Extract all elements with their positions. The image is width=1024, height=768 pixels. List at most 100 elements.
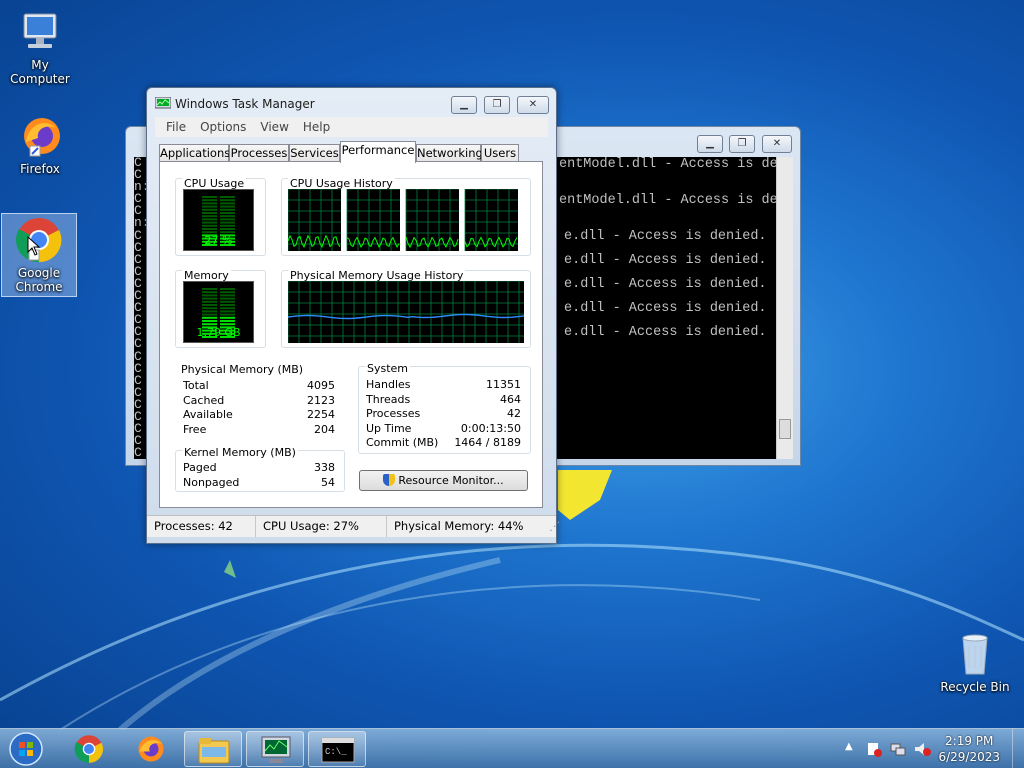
scrollbar-thumb[interactable] xyxy=(779,419,791,439)
resource-monitor-button[interactable]: Resource Monitor... xyxy=(359,470,528,491)
taskbar-task-manager[interactable] xyxy=(246,731,304,767)
meter-segment xyxy=(220,294,235,297)
performance-panel: CPU Usage 27 % CPU Usage History Memory … xyxy=(159,161,543,508)
physical-memory-title: Physical Memory (MB) xyxy=(181,363,304,376)
minimize-button[interactable]: ▁ xyxy=(451,96,477,114)
task-manager-window[interactable]: Windows Task Manager ▁ ❐ ✕ File Options … xyxy=(146,87,561,544)
taskbar-cmd[interactable]: C:\_ xyxy=(308,731,366,767)
folder-icon xyxy=(198,738,230,764)
meter-segment xyxy=(220,215,235,218)
meter-segment xyxy=(202,224,217,227)
resize-grip[interactable]: ⋰ xyxy=(542,516,561,537)
close-button[interactable]: ✕ xyxy=(762,135,792,153)
meter-segment xyxy=(202,196,217,198)
console-line: e.dll - Access is denied. xyxy=(564,277,767,292)
meter-segment xyxy=(220,212,235,214)
clock-date: 6/29/2023 xyxy=(938,750,1000,764)
kernel-memory-title: Kernel Memory (MB) xyxy=(182,446,298,459)
meter-segment xyxy=(220,307,235,310)
desktop-icon-label: Firefox xyxy=(20,162,60,176)
console-line: e.dll - Access is denied. xyxy=(564,229,767,244)
meter-segment xyxy=(202,231,217,234)
kv-row: Available 2254 xyxy=(183,408,335,421)
resource-monitor-label: Resource Monitor... xyxy=(398,474,504,487)
menu-help[interactable]: Help xyxy=(298,120,335,134)
minimize-button[interactable]: ▁ xyxy=(697,135,723,153)
meter-segment xyxy=(202,202,217,205)
memory-value: 1.79 GB xyxy=(196,326,241,339)
meter-segment xyxy=(202,304,217,306)
physical-memory-group: Physical Memory (MB) Total 4095 Cached 212… xyxy=(175,363,345,438)
shield-icon xyxy=(383,474,396,486)
network-icon[interactable] xyxy=(890,741,906,757)
taskbar-firefox[interactable] xyxy=(122,731,180,767)
cpu-usage-meter: 27 % xyxy=(183,189,254,251)
kernel-memory-group: Kernel Memory (MB) Paged 338 Nonpaged 54 xyxy=(175,446,345,492)
kv-row: Total 4095 xyxy=(183,379,335,392)
cpu-history-graph xyxy=(288,189,518,251)
memory-history-group: Physical Memory Usage History xyxy=(281,269,531,348)
memory-history-graph xyxy=(288,281,524,343)
menu-file[interactable]: File xyxy=(161,120,191,134)
meter-segment xyxy=(220,205,235,208)
task-manager-icon xyxy=(261,736,291,763)
console-line: e.dll - Access is denied. xyxy=(564,253,767,268)
computer-icon xyxy=(16,8,64,56)
status-memory: Physical Memory: 44% xyxy=(394,519,524,533)
meter-segment xyxy=(202,294,217,297)
cpu-history-group: CPU Usage History xyxy=(281,177,531,256)
firefox-icon xyxy=(16,112,64,160)
menu-options[interactable]: Options xyxy=(195,120,251,134)
memory-group: Memory 1.79 GB xyxy=(175,269,266,348)
meter-segment xyxy=(202,291,217,294)
meter-segment xyxy=(220,196,235,198)
meter-segment xyxy=(220,224,235,227)
system-group: System Handles 11351 Threads 464 Processes… xyxy=(358,362,531,454)
taskbar-chrome[interactable] xyxy=(60,731,118,767)
show-hidden-icons-icon[interactable]: ▲ xyxy=(845,741,853,752)
tab-performance[interactable]: Performance xyxy=(340,141,416,163)
console-scrollbar[interactable] xyxy=(776,157,793,459)
meter-segment xyxy=(220,221,235,224)
clock-time: 2:19 PM xyxy=(945,734,994,748)
console-left-column: CCn:CCn:CCCCCCCCCCCCCCCCCCCCCCCCCCCCCCCC… xyxy=(134,157,146,459)
meter-segment xyxy=(220,313,235,316)
meter-segment xyxy=(202,313,217,316)
task-manager-icon xyxy=(154,96,172,111)
maximize-button[interactable]: ❐ xyxy=(729,135,755,153)
meter-segment xyxy=(220,199,235,202)
desktop-icon-my-computer[interactable]: My Computer xyxy=(2,8,78,86)
meter-segment xyxy=(202,316,217,319)
chrome-icon xyxy=(74,735,104,763)
maximize-button[interactable]: ❐ xyxy=(484,96,510,114)
meter-segment xyxy=(220,208,235,211)
meter-segment xyxy=(220,304,235,306)
svg-text:C:\_: C:\_ xyxy=(325,747,347,757)
console-line: entModel.dll - Access is de xyxy=(559,157,778,172)
meter-segment xyxy=(202,228,217,230)
status-processes: Processes: 42 xyxy=(147,516,256,537)
action-center-icon[interactable] xyxy=(866,741,882,757)
kv-row: Paged 338 xyxy=(183,461,335,474)
desktop-icon-recycle-bin[interactable]: Recycle Bin xyxy=(937,630,1013,694)
memory-meter: 1.79 GB xyxy=(183,281,254,343)
menu-view[interactable]: View xyxy=(255,120,293,134)
kv-row: Nonpaged 54 xyxy=(183,475,335,489)
desktop-icon-firefox[interactable]: Firefox xyxy=(2,112,78,176)
close-button[interactable]: ✕ xyxy=(517,96,549,114)
console-line: entModel.dll - Access is de xyxy=(559,193,778,208)
show-desktop-button[interactable] xyxy=(1012,729,1024,768)
taskbar: C:\_ ▲ 2:19 PM 6/29/2023 xyxy=(0,728,1024,768)
console-line: e.dll - Access is denied. xyxy=(564,325,767,340)
kv-row: Cached 2123 xyxy=(183,393,335,407)
window-title: Windows Task Manager xyxy=(175,97,315,111)
meter-segment xyxy=(220,231,235,234)
meter-segment xyxy=(220,202,235,205)
volume-muted-icon[interactable] xyxy=(914,741,932,757)
kv-row: Threads 464 xyxy=(366,392,521,406)
system-clock[interactable]: 2:19 PM 6/29/2023 xyxy=(938,733,1000,765)
taskbar-explorer[interactable] xyxy=(184,731,242,767)
cpu-usage-group: CPU Usage 27 % xyxy=(175,177,266,256)
kv-row: Free 204 xyxy=(183,422,335,436)
start-button[interactable] xyxy=(6,730,46,768)
